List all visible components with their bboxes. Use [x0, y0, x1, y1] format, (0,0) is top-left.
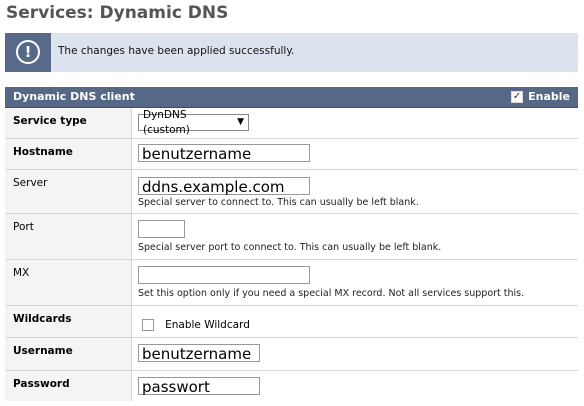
service-type-select[interactable]: DynDNS (custom) ▼	[138, 109, 249, 136]
enable-wildcard-checkbox[interactable]	[142, 318, 154, 331]
port-hint: Special server port to connect to. This …	[138, 242, 442, 253]
enable-toggle[interactable]: ✓ Enable	[511, 90, 570, 103]
panel-title: Dynamic DNS client	[13, 90, 135, 103]
server-label: Server	[13, 177, 48, 189]
username-label: Username	[13, 345, 73, 357]
panel-header: Dynamic DNS client ✓ Enable	[5, 87, 578, 108]
row-hostname: Hostname benutzername	[5, 139, 578, 170]
hostname-input[interactable]: benutzername	[138, 144, 310, 163]
port-input[interactable]	[138, 220, 185, 238]
mx-hint: Set this option only if you need a speci…	[138, 288, 525, 299]
server-input[interactable]: ddns.example.com	[138, 177, 310, 196]
row-server: Server ddns.example.com Special server t…	[5, 170, 578, 214]
password-input[interactable]: passwort	[138, 377, 260, 396]
username-input[interactable]: benutzername	[138, 344, 260, 363]
service-type-label: Service type	[13, 115, 87, 127]
port-label: Port	[13, 221, 34, 233]
mx-label: MX	[13, 267, 30, 279]
enable-checkbox[interactable]: ✓	[511, 90, 524, 103]
server-hint: Special server to connect to. This can u…	[138, 197, 419, 208]
row-service-type: Service type DynDNS (custom) ▼	[5, 108, 578, 139]
password-label: Password	[13, 378, 70, 390]
page-title: Services: Dynamic DNS	[6, 3, 229, 23]
mx-input[interactable]	[138, 266, 310, 284]
dynamic-dns-panel: Dynamic DNS client ✓ Enable Service type…	[5, 87, 578, 401]
alert-icon-box: !	[5, 33, 51, 72]
enable-wildcard-label[interactable]: Enable Wildcard	[165, 319, 250, 331]
row-mx: MX Set this option only if you need a sp…	[5, 260, 578, 306]
hostname-label: Hostname	[13, 146, 73, 158]
row-wildcards: Wildcards Enable Wildcard	[5, 306, 578, 338]
row-port: Port Special server port to connect to. …	[5, 214, 578, 260]
enable-label: Enable	[528, 90, 570, 103]
info-icon: !	[16, 40, 40, 64]
row-username: Username benutzername	[5, 338, 578, 371]
alert-message: The changes have been applied successful…	[58, 45, 295, 57]
row-password: Password passwort	[5, 371, 578, 401]
success-alert: ! The changes have been applied successf…	[5, 33, 578, 72]
wildcards-label: Wildcards	[13, 313, 72, 325]
chevron-down-icon: ▼	[237, 117, 244, 127]
service-type-value: DynDNS (custom)	[143, 108, 190, 136]
